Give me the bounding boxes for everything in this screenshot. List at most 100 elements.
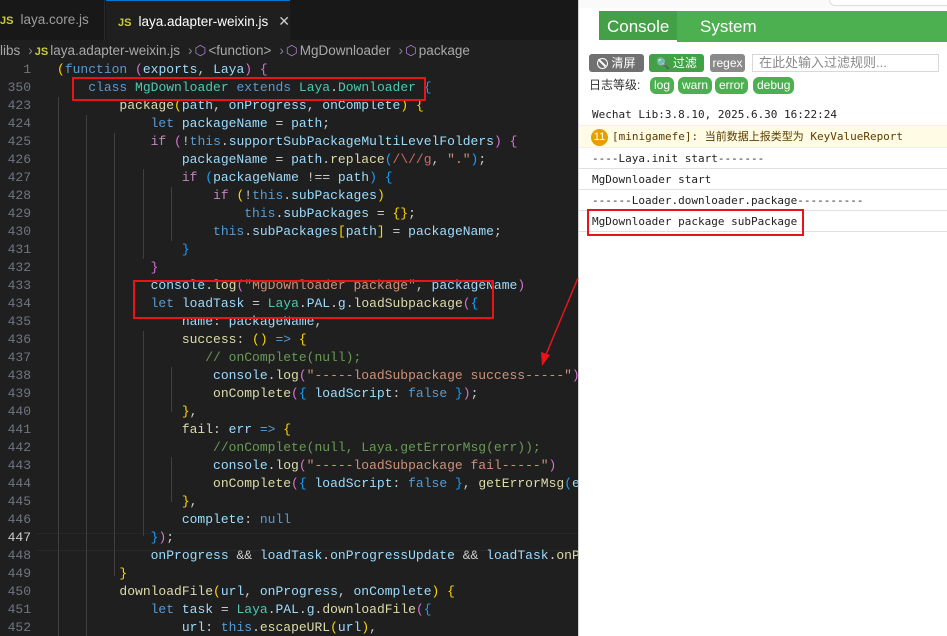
level-log-toggle[interactable]: log	[650, 77, 675, 94]
close-icon[interactable]: ✕	[278, 1, 290, 41]
highlight-box-load-subpackage	[133, 280, 494, 319]
line-number: 441	[7, 422, 31, 437]
indent-guide	[86, 115, 87, 636]
line-number: 442	[7, 440, 31, 455]
code-text: url: this.escapeURL(url),	[181, 620, 377, 635]
highlight-box-class-declaration	[72, 77, 426, 101]
method-icon: ⬡	[405, 43, 417, 58]
highlight-box-log-entry	[587, 209, 804, 236]
line-number: 425	[7, 134, 31, 149]
log-entry[interactable]: ------Loader.downloader.package---------…	[579, 190, 947, 211]
code-text: }	[119, 566, 128, 581]
line-number: 448	[7, 548, 31, 563]
tab-laya-adapter-weixin[interactable]: JS laya.adapter-weixin.js ✕	[106, 0, 290, 40]
indent-guide	[58, 97, 59, 636]
breadcrumb: libs › JS laya.adapter-weixin.js › ⬡ <function…	[0, 40, 578, 62]
code-text: console.log("-----loadSubpackage fail---…	[213, 458, 557, 473]
line-number: 447	[7, 530, 31, 545]
code-text: success: () => {	[181, 332, 307, 347]
breadcrumb-file[interactable]: laya.adapter-weixin.js	[50, 43, 180, 58]
line-number: 426	[7, 152, 31, 167]
code-text: complete: null	[181, 512, 292, 527]
clear-label: 清屏	[611, 56, 636, 70]
filter-button[interactable]: 🔍 过滤	[649, 54, 704, 72]
breadcrumb-method[interactable]: package	[419, 43, 470, 58]
line-number: 446	[7, 512, 31, 527]
editor-tab-bar: JS laya.core.js JS laya.adapter-weixin.js ✕	[0, 0, 578, 41]
code-text: let packageName = path;	[150, 116, 331, 131]
filter-label: 过滤	[672, 56, 697, 70]
code-text: console.log("-----loadSubpackage success…	[213, 368, 578, 383]
line-number: 435	[7, 314, 31, 329]
chevron-right-icon: ›	[188, 43, 193, 58]
log-entry[interactable]: MgDownloader start	[579, 169, 947, 190]
tab-label: laya.core.js	[20, 12, 89, 27]
line-number: 438	[7, 368, 31, 383]
tab-system[interactable]: System	[692, 11, 765, 42]
line-number: 450	[7, 584, 31, 599]
code-text: let task = Laya.PAL.g.downloadFile({	[150, 602, 432, 617]
code-text: onComplete({ loadScript: false });	[213, 386, 479, 401]
indent-guide	[143, 331, 144, 536]
line-number: 427	[7, 170, 31, 185]
line-number: 423	[7, 98, 31, 113]
log-entry[interactable]: Wechat Lib:3.8.10, 2025.6.30 16:22:24	[579, 104, 947, 126]
code-text: });	[150, 530, 175, 545]
line-number: 445	[7, 494, 31, 509]
magnifier-icon: 🔍	[656, 58, 670, 70]
indent-guide	[171, 367, 172, 412]
line-number: 451	[7, 602, 31, 617]
log-text: ----Laya.init start-------	[592, 152, 765, 165]
line-number: 439	[7, 386, 31, 401]
breadcrumb-function[interactable]: <function>	[208, 43, 271, 58]
breadcrumb-folder[interactable]: libs	[0, 43, 20, 58]
line-number: 443	[7, 458, 31, 473]
log-level-filters: 日志等级: log warn error debug	[589, 77, 939, 96]
line-number: 430	[7, 224, 31, 239]
console-tab-bar: Console System	[599, 11, 947, 42]
log-text: ------Loader.downloader.package---------…	[592, 194, 864, 207]
js-file-icon: JS	[118, 17, 132, 29]
tab-console[interactable]: Console	[599, 11, 678, 42]
code-text: packageName = path.replace(/\//g, ".");	[181, 152, 487, 167]
code-text: onProgress && loadTask.onProgressUpdate …	[150, 548, 578, 563]
level-debug-toggle[interactable]: debug	[753, 77, 795, 94]
line-number: 437	[7, 350, 31, 365]
level-error-toggle[interactable]: error	[715, 77, 749, 94]
no-entry-icon	[597, 58, 609, 69]
tab-laya-core[interactable]: JS laya.core.js	[0, 0, 105, 40]
indent-guide	[171, 187, 172, 241]
code-text: }	[181, 242, 190, 257]
line-number: 436	[7, 332, 31, 347]
cube-icon: ⬡	[194, 43, 207, 58]
code-text: // onComplete(null);	[205, 350, 362, 365]
chevron-right-icon: ›	[398, 43, 404, 58]
breadcrumb-class[interactable]: MgDownloader	[300, 43, 391, 58]
vconsole-panel: Console System 清屏 🔍 过滤 regex 在此处输入过滤规则...…	[578, 0, 947, 636]
log-text: MgDownloader start	[592, 173, 712, 186]
log-entry[interactable]: ----Laya.init start-------	[579, 148, 947, 169]
log-entry-warn[interactable]: 11 [minigamefe]: 当前数据上报类型为 KeyValueReport	[579, 125, 947, 148]
chevron-right-icon: ›	[28, 43, 33, 58]
code-text: fail: err => {	[181, 422, 292, 437]
line-number: 1	[23, 62, 31, 77]
code-text: }	[150, 260, 159, 275]
filter-input[interactable]: 在此处输入过滤规则...	[752, 54, 939, 72]
line-number: 434	[7, 296, 31, 311]
line-number: 452	[7, 620, 31, 635]
line-number: 440	[7, 404, 31, 419]
line-number: 431	[7, 242, 31, 257]
code-text: },	[181, 494, 198, 509]
code-text: },	[181, 404, 198, 419]
js-file-icon: JS	[0, 15, 14, 27]
regex-button[interactable]: regex	[710, 54, 745, 72]
log-text: Wechat Lib:3.8.10, 2025.6.30 16:22:24	[592, 108, 838, 121]
top-strip	[579, 0, 947, 8]
clear-button[interactable]: 清屏	[589, 54, 644, 72]
line-number: 433	[7, 278, 31, 293]
line-number: 429	[7, 206, 31, 221]
tab-label: laya.adapter-weixin.js	[138, 14, 269, 29]
level-warn-toggle[interactable]: warn	[678, 77, 713, 94]
indent-guide	[143, 169, 144, 259]
code-editor: JS laya.core.js JS laya.adapter-weixin.js ✕…	[0, 0, 578, 636]
